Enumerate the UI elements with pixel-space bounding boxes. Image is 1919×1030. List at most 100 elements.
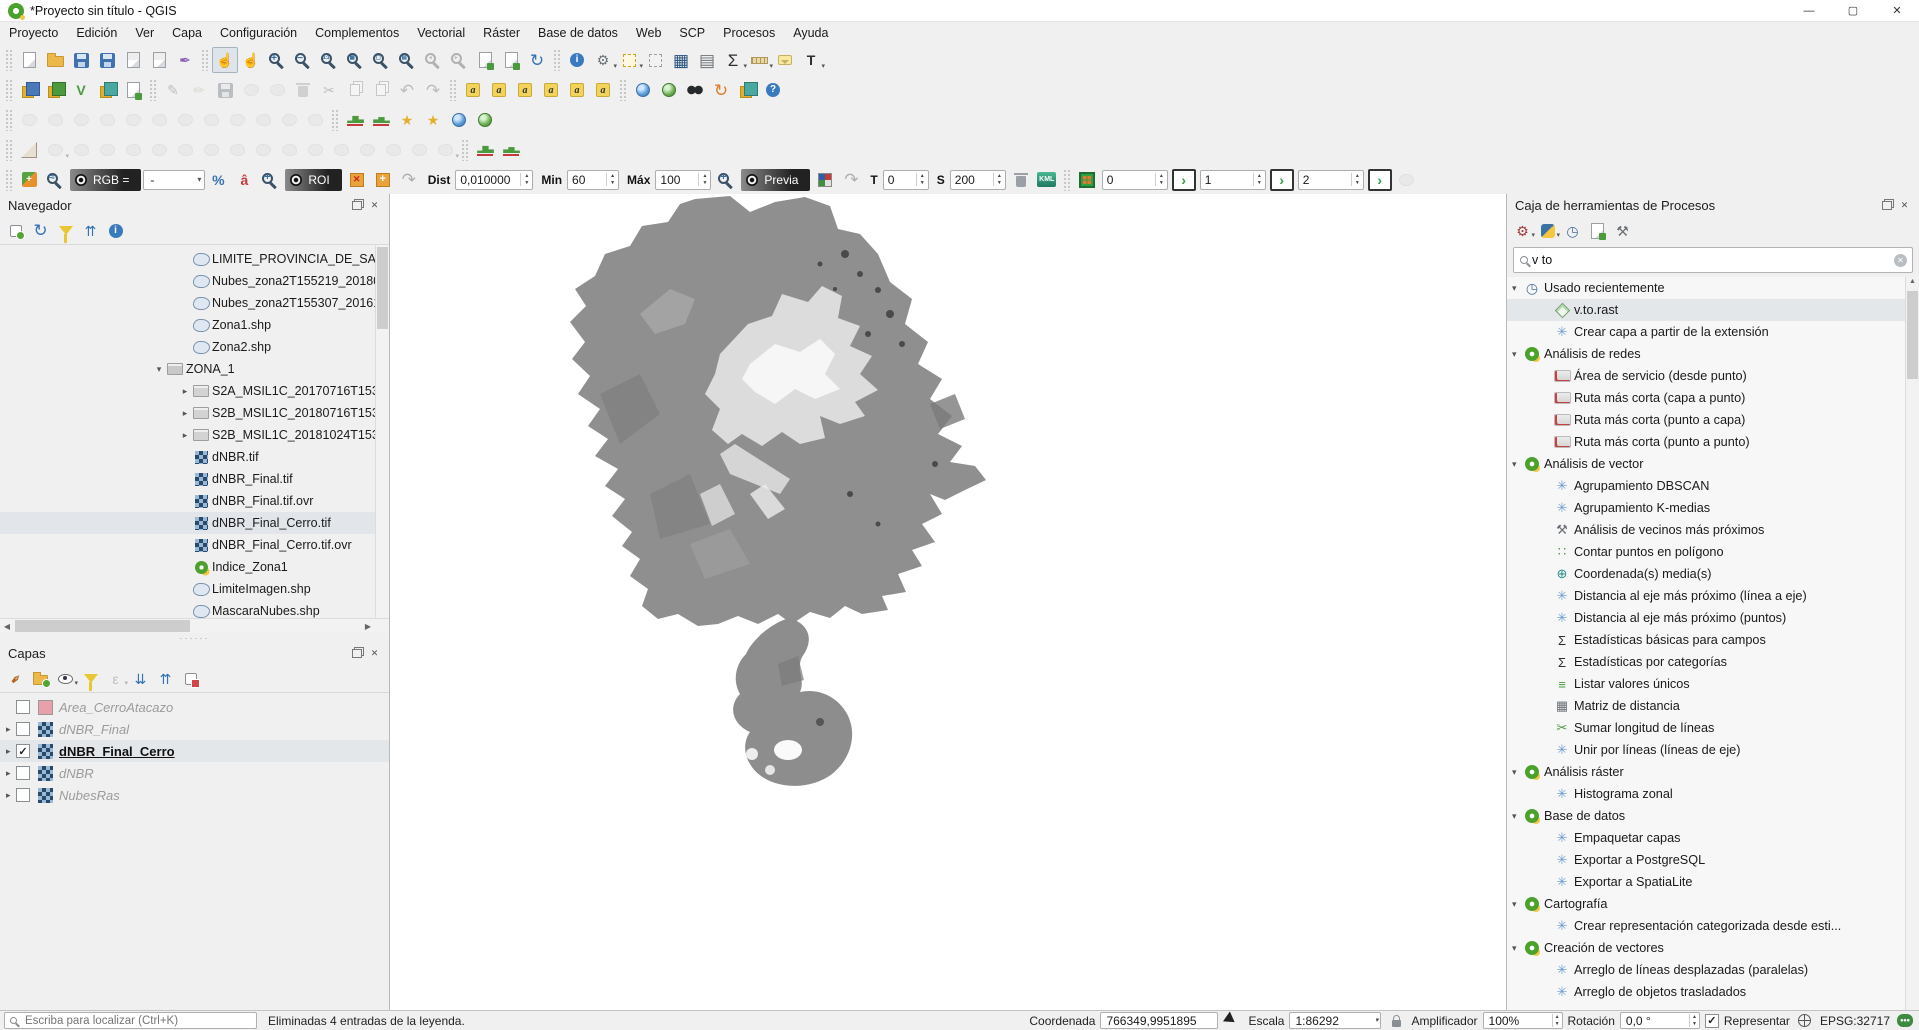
move-feature-copy-icon[interactable] <box>42 137 68 163</box>
scrollbar-thumb[interactable] <box>1907 291 1918 379</box>
scp-bandset-table-icon[interactable] <box>1074 167 1100 193</box>
rectangle-3points-icon[interactable] <box>276 107 302 133</box>
scp-local-stretch-icon[interactable]: % <box>205 167 231 193</box>
ellipse-center2points-icon[interactable] <box>120 107 146 133</box>
new-print-layout-icon[interactable] <box>120 47 146 73</box>
toolbox-item[interactable]: ∷ Contar puntos en polígono <box>1507 541 1919 563</box>
dock-float-icon[interactable] <box>1882 201 1892 210</box>
toolbox-item[interactable]: ▦ Matriz de distancia <box>1507 695 1919 717</box>
toolbox-item[interactable]: ✳ Distancia al eje más próximo (línea a … <box>1507 585 1919 607</box>
coordinate-box[interactable]: 766349,9951895 <box>1100 1012 1218 1029</box>
dock-float-icon[interactable] <box>352 649 362 658</box>
data-source-manager-icon[interactable] <box>16 77 42 103</box>
layout-manager-icon[interactable] <box>146 47 172 73</box>
browser-tree-item[interactable]: Nubes_zona2T155307_20161121.sh <box>0 292 389 314</box>
cad-tools-icon[interactable] <box>16 137 42 163</box>
scp-bandset-icon[interactable] <box>16 167 42 193</box>
fill-ring-icon[interactable] <box>172 137 198 163</box>
properties-widget-icon[interactable]: i <box>104 219 127 242</box>
copy-features-icon[interactable] <box>342 77 368 103</box>
toolbox-item[interactable]: ≡ Listar valores únicos <box>1507 673 1919 695</box>
scp-t-spin[interactable]: 0▲▼ <box>883 170 929 190</box>
scp-max-spin[interactable]: 100▲▼ <box>655 170 711 190</box>
toolbox-item[interactable]: Área de servicio (desde punto) <box>1507 365 1919 387</box>
messages-icon[interactable] <box>1895 1012 1915 1030</box>
menu-item[interactable]: Ayuda <box>784 24 837 42</box>
layer-row[interactable]: ▸ dNBR <box>0 762 389 784</box>
expand-arrow-icon[interactable]: ▸ <box>178 408 192 419</box>
refresh-browser-icon[interactable]: ↻ <box>29 219 52 242</box>
menu-item[interactable]: Configuración <box>211 24 306 42</box>
rotation-spin[interactable]: 0,0 °▲▼ <box>1620 1012 1700 1029</box>
toolbox-item[interactable]: Σ Estadísticas por categorías <box>1507 651 1919 673</box>
browser-tree-item[interactable]: ▾ ZONA_1 <box>0 358 389 380</box>
zoom-to-layer-icon[interactable]: ▤ <box>394 47 420 73</box>
pan-map-icon[interactable]: ☝ <box>212 47 238 73</box>
geosearch-icon[interactable] <box>682 77 708 103</box>
refresh-map-icon[interactable]: ↻ <box>524 47 550 73</box>
scp-min-spin[interactable]: 60▲▼ <box>567 170 619 190</box>
pan-to-selection-icon[interactable]: ☝ <box>238 47 264 73</box>
layer-labeling-icon[interactable] <box>460 77 486 103</box>
map-canvas[interactable] <box>390 194 1506 1010</box>
browser-tree-item[interactable]: dNBR_Final.tif <box>0 468 389 490</box>
browser-tree-item[interactable]: Indice_Zona1 <box>0 556 389 578</box>
run-feature-action-icon[interactable]: ⚙ <box>590 47 616 73</box>
magnifier-spin[interactable]: 100%▲▼ <box>1483 1012 1563 1029</box>
scroll-up-icon[interactable]: ▲ <box>1906 278 1919 285</box>
open-attribute-table-icon[interactable]: ▦ <box>668 47 694 73</box>
layer-diagram-icon[interactable] <box>486 77 512 103</box>
ellipse-center-point-icon[interactable] <box>146 107 172 133</box>
scp-rgb-combo[interactable]: -▾ <box>143 170 205 190</box>
measure-icon[interactable] <box>746 47 772 73</box>
zoom-native-icon[interactable]: 1:1 <box>316 47 342 73</box>
identify-features-icon[interactable]: i <box>564 47 590 73</box>
toolbox-item[interactable]: ✳ Exportar a SpatiaLite <box>1507 871 1919 893</box>
open-project-icon[interactable] <box>42 47 68 73</box>
browser-tree-item[interactable]: Zona1.shp <box>0 314 389 336</box>
scp-kml-export-icon[interactable]: KML <box>1034 167 1060 193</box>
toolbox-item[interactable]: ⚒ Análisis de vecinos más próximos <box>1507 519 1919 541</box>
scp-band2-spin[interactable]: 1▲▼ <box>1200 170 1266 190</box>
maximize-button[interactable]: ▢ <box>1831 0 1875 22</box>
toolbox-item[interactable]: ✳ Empaquetar capas <box>1507 827 1919 849</box>
circle-3tangents-icon[interactable] <box>94 107 120 133</box>
layer-checkbox[interactable] <box>16 722 30 736</box>
zoom-full-icon[interactable]: ▦ <box>342 47 368 73</box>
toolbox-item[interactable]: ✳ Exportar a PostgreSQL <box>1507 849 1919 871</box>
python-scripts-icon[interactable] <box>1536 219 1559 242</box>
browser-hscrollbar[interactable]: ◀ ▶ <box>0 618 389 633</box>
browser-vscrollbar[interactable] <box>375 245 389 618</box>
add-vector-layer-icon[interactable] <box>42 77 68 103</box>
toolbox-item[interactable]: ▾ Creación de vectores <box>1507 937 1919 959</box>
style-manager-icon[interactable]: ✒ <box>172 47 198 73</box>
scp-add-signature-plot-icon[interactable]: ★ <box>420 107 446 133</box>
ellipse-extent-icon[interactable] <box>172 107 198 133</box>
db-manager-icon[interactable] <box>734 77 760 103</box>
layer-checkbox[interactable] <box>16 700 30 714</box>
expand-arrow-icon[interactable]: ▾ <box>1507 767 1522 778</box>
zoom-to-selection-icon[interactable]: ▢ <box>368 47 394 73</box>
change-label-icon[interactable] <box>590 77 616 103</box>
expand-arrow-icon[interactable]: ▸ <box>0 768 16 779</box>
toolbox-item[interactable]: ▾ Base de datos <box>1507 805 1919 827</box>
scp-roi-pointer-icon[interactable] <box>370 167 396 193</box>
cut-features-icon[interactable]: ✂ <box>316 77 342 103</box>
split-parts-icon[interactable] <box>302 137 328 163</box>
split-features-icon[interactable] <box>328 137 354 163</box>
save-project-as-icon[interactable] <box>94 47 120 73</box>
browser-tree-item[interactable]: dNBR_Final_Cerro.tif.ovr <box>0 534 389 556</box>
field-calculator-icon[interactable]: ▤ <box>694 47 720 73</box>
delete-part-icon[interactable] <box>224 137 250 163</box>
models-icon[interactable]: ⚙ <box>1511 219 1534 242</box>
toolbox-item[interactable]: Ruta más corta (punto a capa) <box>1507 409 1919 431</box>
add-feature-icon[interactable] <box>238 77 264 103</box>
crs-globe-icon[interactable] <box>1795 1012 1815 1030</box>
new-3d-map-view-icon[interactable] <box>498 47 524 73</box>
browser-tree-item[interactable]: MascaraNubes.shp <box>0 600 389 618</box>
minimize-button[interactable]: — <box>1787 0 1831 22</box>
menu-item[interactable]: Procesos <box>714 24 784 42</box>
browser-tree-item[interactable]: ▸ S2A_MSIL1C_20170716T153621_N0 <box>0 380 389 402</box>
scp-restore-icon[interactable] <box>1394 167 1420 193</box>
toolbox-item[interactable]: ✳ Unir por líneas (líneas de eje) <box>1507 739 1919 761</box>
